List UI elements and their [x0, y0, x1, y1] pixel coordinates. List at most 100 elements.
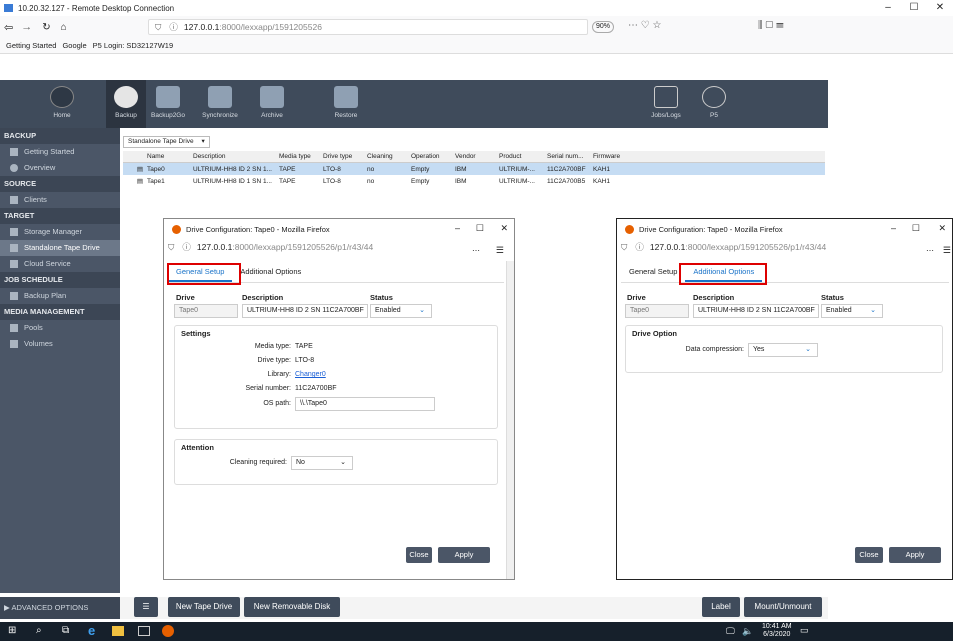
sidebar-item-cloud-service[interactable]: Cloud Service: [0, 256, 120, 272]
toolbar-backup2go[interactable]: Backup2Go: [148, 80, 188, 128]
clock[interactable]: 10:41 AM 6/3/2020: [762, 623, 792, 639]
maximize-icon[interactable]: ☐: [901, 0, 927, 16]
toolbar-archive[interactable]: Archive: [252, 80, 292, 128]
terminal-icon[interactable]: [138, 626, 150, 636]
minimize-icon[interactable]: –: [455, 223, 460, 233]
maximize-icon[interactable]: ☐: [912, 223, 920, 234]
rdp-window-controls: – ☐ ✕: [875, 0, 953, 16]
col-serial[interactable]: Serial num...: [547, 153, 593, 160]
chevron-down-icon: ⌄: [870, 307, 876, 314]
description-field[interactable]: ULTRIUM-HH8 ID 2 SN 11C2A700BF: [242, 304, 368, 318]
status-select[interactable]: Enabled ⌄: [370, 304, 432, 318]
tab-standalone-tape-drive[interactable]: Standalone Tape Drive ▾: [123, 136, 210, 148]
sidebar-item-backup-plan[interactable]: Backup Plan: [0, 288, 120, 304]
hamburger-icon[interactable]: ☰: [943, 245, 951, 256]
label-button[interactable]: Label: [702, 597, 740, 617]
close-icon[interactable]: ✕: [927, 0, 953, 16]
search-icon[interactable]: ⌕: [36, 625, 42, 636]
more-icon[interactable]: ⋯: [472, 246, 480, 255]
sidebar-item-pools[interactable]: Pools: [0, 320, 120, 336]
new-tape-drive-button[interactable]: New Tape Drive: [168, 597, 240, 617]
notifications-icon[interactable]: ▭: [800, 625, 809, 636]
toolbar-jobs-logs[interactable]: Jobs/Logs: [644, 80, 688, 128]
volume-icon[interactable]: 🔈: [742, 626, 753, 637]
minimize-icon[interactable]: –: [875, 0, 901, 16]
zoom-indicator[interactable]: 90%: [592, 21, 614, 33]
library-link[interactable]: Changer0: [295, 371, 326, 378]
sidebar-header-job-schedule: JOB SCHEDULE: [0, 272, 120, 288]
tab-general-setup[interactable]: General Setup: [621, 263, 685, 282]
drive-field: Tape0: [174, 304, 238, 318]
dialog-address-bar[interactable]: ⛉ ⓘ 127.0.0.1:8000/lexxapp/1591205526/p1…: [168, 239, 510, 256]
toolbar-p5[interactable]: P5: [694, 80, 734, 128]
bookmark-getting-started[interactable]: Getting Started: [6, 41, 56, 50]
toolbar-home[interactable]: Home: [42, 80, 82, 128]
sidebar-item-volumes[interactable]: Volumes: [0, 336, 120, 352]
edge-icon[interactable]: e: [88, 623, 95, 638]
col-product[interactable]: Product: [499, 153, 547, 160]
sidebar-header-source: SOURCE: [0, 176, 120, 192]
mount-unmount-button[interactable]: Mount/Unmount: [744, 597, 822, 617]
home-icon[interactable]: ⌂: [61, 22, 67, 33]
close-icon[interactable]: ✕: [938, 223, 946, 234]
sidebar-item-storage-manager[interactable]: Storage Manager: [0, 224, 120, 240]
sidebar-advanced-options[interactable]: ▶ ADVANCED OPTIONS: [0, 597, 120, 619]
sidebar-item-overview[interactable]: Overview: [0, 160, 120, 176]
bookmark-p5-login[interactable]: P5 Login: SD32127W19: [93, 41, 173, 50]
more-icon[interactable]: ⋯: [926, 246, 934, 255]
network-icon[interactable]: 🖵: [726, 626, 735, 637]
library-label: Library:: [267, 371, 291, 378]
minimize-icon[interactable]: –: [891, 223, 896, 233]
toolbar-backup[interactable]: Backup: [106, 80, 146, 128]
tab-menu-icon[interactable]: ▾: [201, 138, 204, 145]
library-icon[interactable]: ⫼ ▢ ☰: [758, 20, 784, 31]
apply-button[interactable]: Apply: [438, 547, 490, 563]
dialog-title-bar: Drive Configuration: Tape0 - Mozilla Fir…: [164, 219, 514, 239]
dialog-scrollbar[interactable]: [506, 261, 514, 579]
sidebar-header-target: TARGET: [0, 208, 120, 224]
description-field[interactable]: ULTRIUM-HH8 ID 2 SN 11C2A700BF: [693, 304, 819, 318]
status-select[interactable]: Enabled ⌄: [821, 304, 883, 318]
toolbar-synchronize[interactable]: Synchronize: [200, 80, 240, 128]
cleaning-required-select[interactable]: No ⌄: [291, 456, 353, 470]
table-row[interactable]: ▤ Tape0 ULTRIUM-HH8 ID 2 SN 1... TAPE LT…: [123, 163, 825, 175]
col-cleaning[interactable]: Cleaning: [367, 153, 411, 160]
col-firmware[interactable]: Firmware: [593, 153, 633, 160]
maximize-icon[interactable]: ☐: [476, 223, 484, 234]
menu-button[interactable]: ☰: [134, 597, 158, 617]
task-view-icon[interactable]: ⧉: [62, 625, 69, 636]
sidebar-item-standalone-tape-drive[interactable]: Standalone Tape Drive: [0, 240, 120, 256]
forward-icon[interactable]: →: [21, 21, 32, 33]
col-drive-type[interactable]: Drive type: [323, 153, 367, 160]
bookmark-google[interactable]: Google: [62, 41, 86, 50]
new-removable-disk-button[interactable]: New Removable Disk: [244, 597, 340, 617]
col-vendor[interactable]: Vendor: [455, 153, 499, 160]
sidebar-item-clients[interactable]: Clients: [0, 192, 120, 208]
dialog-address-bar[interactable]: ⛉ ⓘ 127.0.0.1:8000/lexxapp/1591205526/p1…: [621, 239, 951, 256]
apply-button[interactable]: Apply: [889, 547, 941, 563]
firefox-icon[interactable]: [162, 625, 174, 637]
table-row[interactable]: ▤ Tape1 ULTRIUM-HH8 ID 1 SN 1... TAPE LT…: [123, 175, 825, 187]
reload-icon[interactable]: ↻: [42, 22, 50, 33]
col-description[interactable]: Description: [193, 153, 279, 160]
address-bar[interactable]: ⛉ ⓘ 127.0.0.1 :8000/lexxapp/1591205526: [148, 19, 588, 35]
page-actions-icon[interactable]: ⋯ ♡ ☆: [628, 20, 662, 31]
close-button[interactable]: Close: [855, 547, 883, 563]
windows-start-icon[interactable]: ⊞: [8, 625, 16, 636]
tab-additional-options[interactable]: Additional Options: [232, 263, 309, 282]
close-button[interactable]: Close: [406, 547, 432, 563]
col-operation[interactable]: Operation: [411, 153, 455, 160]
drive-option-section: Drive Option Data compression: Yes ⌄: [625, 325, 943, 373]
back-icon[interactable]: ⇦: [4, 21, 13, 34]
hamburger-icon[interactable]: ☰: [496, 245, 504, 256]
rdp-title-bar: 10.20.32.127 - Remote Desktop Connection…: [0, 0, 953, 16]
drive-type-label: Drive type:: [257, 357, 291, 364]
col-media-type[interactable]: Media type: [279, 153, 323, 160]
data-compression-select[interactable]: Yes ⌄: [748, 343, 818, 357]
os-path-input[interactable]: \\.\Tape0: [295, 397, 435, 411]
sidebar-item-getting-started[interactable]: Getting Started: [0, 144, 120, 160]
file-explorer-icon[interactable]: [112, 626, 124, 636]
col-name[interactable]: Name: [147, 153, 193, 160]
close-icon[interactable]: ✕: [500, 223, 508, 234]
toolbar-restore[interactable]: Restore: [326, 80, 366, 128]
